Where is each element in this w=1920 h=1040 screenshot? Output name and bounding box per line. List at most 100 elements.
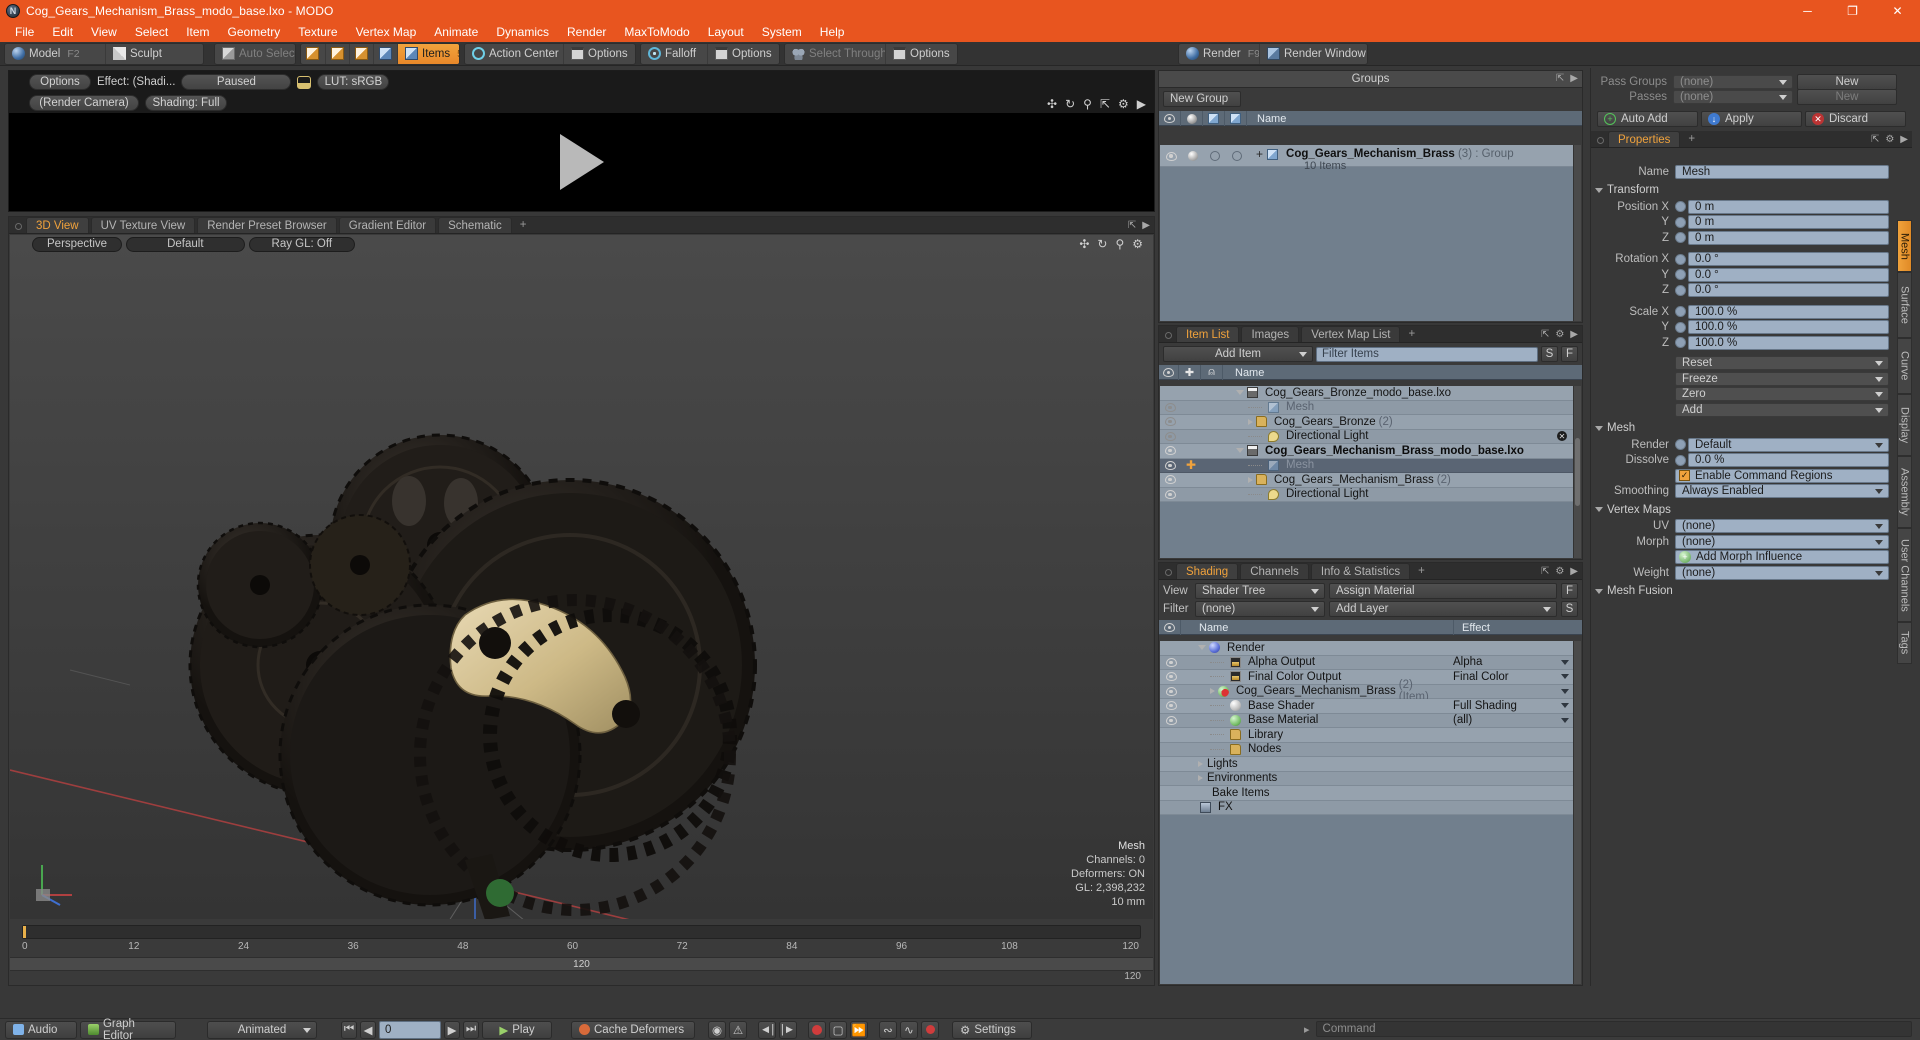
side-tab-user-channels[interactable]: User Channels [1897,528,1912,622]
chevron-down-icon[interactable] [1561,674,1569,680]
visibility-icon[interactable] [1164,431,1176,441]
uv-dropdown[interactable]: (none) [1675,519,1889,533]
shading-f-button[interactable]: F [1561,583,1578,599]
groups-scrollbar[interactable] [1573,145,1581,321]
table-row[interactable]: Cog_Gears_Mechanism_Brass (2) [1160,473,1573,488]
edge-mode-button[interactable] [325,43,349,64]
add-morph-influence-button[interactable]: + Add Morph Influence [1675,550,1889,564]
side-tab-tags[interactable]: Tags [1897,622,1912,664]
position-z-knob[interactable] [1675,232,1686,243]
filter-s-button[interactable]: S [1541,346,1558,362]
shading-effect[interactable]: (all) [1445,714,1573,726]
auto-add-button[interactable]: + Auto Add [1597,111,1698,127]
scale-x-knob[interactable] [1675,306,1686,317]
chevron-right-properties-icon[interactable]: ▶ [1900,134,1908,145]
table-row[interactable]: Base Material (all) [1160,713,1573,728]
apply-button[interactable]: ↓ Apply [1701,111,1802,127]
discard-button[interactable]: ✕ Discard [1805,111,1906,127]
next-frame-button[interactable]: ▶ [444,1020,460,1039]
menu-item-geometry[interactable]: Geometry [219,22,290,42]
table-row[interactable]: Cog_Gears_Mechanism_Brass_modo_base.lxo [1160,444,1573,459]
shading-tree[interactable]: Render Alpha Output Alpha Final Color Ou… [1160,641,1573,984]
curve-type-3-button[interactable] [921,1020,939,1039]
chevron-down-icon[interactable] [1561,659,1569,665]
pass-groups-new-button[interactable]: New [1797,73,1897,90]
shading-filter-dropdown[interactable]: (none) [1195,601,1325,617]
chevron-right-item-list-icon[interactable]: ▶ [1570,329,1578,340]
visibility-icon[interactable] [1164,417,1176,427]
fit-icon[interactable]: ⇱ [1100,97,1110,111]
current-frame-input[interactable]: 0 [379,1020,441,1039]
chevron-right-groups-icon[interactable]: ▶ [1570,73,1578,84]
visibility-icon[interactable] [1164,489,1176,499]
shading-effect[interactable]: Alpha [1445,656,1573,668]
visibility-icon[interactable] [1165,715,1177,725]
table-row[interactable]: Lights [1160,757,1573,772]
tab-add-item-list[interactable]: + [1402,326,1421,342]
menu-item-texture[interactable]: Texture [289,22,346,42]
viewport-shading-button[interactable]: Default [126,236,245,252]
record-key-button[interactable] [808,1020,826,1039]
view-dropdown[interactable]: Shader Tree [1195,583,1325,599]
scrollbar-thumb[interactable] [1575,437,1580,507]
chevron-down-icon[interactable] [1561,688,1569,694]
rotate-icon-vp[interactable]: ↻ [1097,237,1107,251]
table-row[interactable]: Nodes [1160,742,1573,757]
tab-shading[interactable]: Shading [1176,563,1239,579]
filter-items-input[interactable]: Filter Items [1316,346,1538,362]
auto-select-button[interactable]: Auto Select [215,44,295,64]
assign-material-button[interactable]: Assign Material [1329,583,1557,599]
tab-vertex-map-list[interactable]: Vertex Map List [1301,326,1401,342]
preview-options-button[interactable]: Options [29,74,91,90]
add-dropdown[interactable]: Add [1675,402,1889,417]
maximize-item-list-icon[interactable]: ⇱ [1541,329,1549,340]
preview-canvas[interactable] [9,113,1154,211]
enable-command-regions-checkbox[interactable]: ✓ Enable Command Regions [1675,468,1889,483]
cache-deformers-button[interactable]: Cache Deformers [571,1020,695,1039]
polygon-mode-button[interactable] [349,43,373,64]
scale-z-field[interactable]: 100.0 % [1688,335,1889,350]
command-input[interactable]: Command [1315,1021,1912,1037]
items-mode-button[interactable]: Items 5 [397,43,459,64]
visibility-icon[interactable] [1165,686,1177,696]
close-button[interactable]: ✕ [1875,0,1920,22]
menu-item-view[interactable]: View [82,22,126,42]
unlock-icon[interactable] [297,75,312,89]
item-list-tree[interactable]: Cog_Gears_Bronze_modo_base.lxo Mesh Cog_… [1160,386,1573,558]
mesh-section-header[interactable]: Mesh [1595,422,1895,434]
select-through-options-button[interactable]: Options [885,43,957,64]
table-row[interactable]: ✚ Mesh [1160,458,1573,473]
render-button[interactable]: Render F9 [1179,44,1260,64]
menu-item-dynamics[interactable]: Dynamics [487,22,558,42]
visibility-icon[interactable] [1165,701,1177,711]
side-tab-curve[interactable]: Curve [1897,338,1912,394]
visibility-icon[interactable] [1164,475,1176,485]
visibility-icon[interactable] [1165,657,1177,667]
visibility-icon[interactable] [1164,446,1176,456]
maximize-groups-icon[interactable]: ⇱ [1556,73,1564,84]
tab-uv-texture-view[interactable]: UV Texture View [90,217,196,233]
menu-item-help[interactable]: Help [811,22,854,42]
side-tab-mesh[interactable]: Mesh [1897,220,1912,272]
menu-item-layout[interactable]: Layout [699,22,753,42]
twirl-icon[interactable] [1198,760,1203,767]
position-z-field[interactable]: 0 m [1688,230,1889,245]
weight-dropdown[interactable]: (none) [1675,565,1889,580]
shading-tree-empty[interactable] [1160,816,1573,984]
side-tab-surface[interactable]: Surface [1897,272,1912,338]
maximize-properties-icon[interactable]: ⇱ [1871,134,1879,145]
tab-add[interactable]: + [514,217,533,233]
select-through-button[interactable]: Select Through [785,44,887,64]
menu-item-select[interactable]: Select [126,22,177,42]
key-options-button[interactable]: ▢ [829,1020,847,1039]
key-jump-button[interactable]: ⏩ [850,1020,868,1039]
tab-properties[interactable]: Properties [1608,131,1681,147]
visibility-icon[interactable] [1164,402,1176,412]
tab-render-preset-browser[interactable]: Render Preset Browser [197,217,337,233]
table-row[interactable]: Directional Light ✕ [1160,429,1573,444]
zoom-icon-vp[interactable]: ⚲ [1115,237,1124,251]
key-prev-button[interactable]: ◄| [758,1020,776,1039]
add-item-button[interactable]: Add Item [1163,346,1313,362]
animated-dropdown[interactable]: Animated [207,1020,317,1039]
table-row[interactable]: Library [1160,728,1573,743]
